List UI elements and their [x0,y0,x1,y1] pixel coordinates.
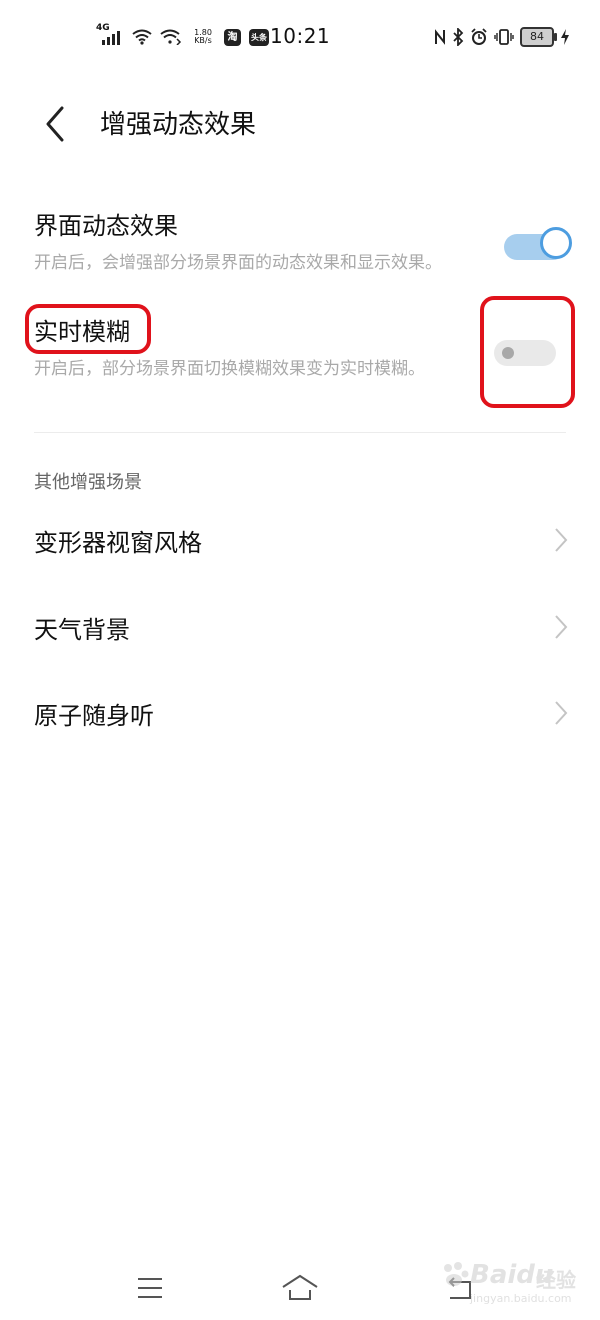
status-bar: 4G 1.80 KB/s 淘 头条 10:21 84 [0,0,600,72]
menu-button[interactable] [130,1268,170,1308]
menu-icon [138,1278,162,1298]
home-icon [282,1274,318,1300]
wifi-hotspot-icon [160,29,182,45]
back-arrow-icon [46,106,64,142]
row-morph-window-style[interactable]: 变形器视窗风格 [34,515,568,565]
row-label: 变形器视窗风格 [34,528,202,557]
setting-description: 开启后，会增强部分场景界面的动态效果和显示效果。 [34,253,442,273]
chevron-right-icon [555,615,568,639]
divider [34,432,566,433]
alarm-icon [471,28,487,45]
toggle-knob [540,227,572,259]
status-left: 4G 1.80 KB/s 淘 头条 [96,23,269,50]
setting-ui-dynamic-effect: 界面动态效果 开启后，会增强部分场景界面的动态效果和显示效果。 [34,206,572,275]
highlight-toggle-annotation [480,296,575,408]
setting-description: 开启后，部分场景界面切换模糊效果变为实时模糊。 [34,359,425,379]
row-weather-background[interactable]: 天气背景 [34,602,568,652]
row-atomic-music[interactable]: 原子随身听 [34,688,568,738]
setting-title: 界面动态效果 [34,212,178,240]
status-time: 10:21 [270,24,331,48]
page-title: 增强动态效果 [100,110,257,140]
section-header: 其他增强场景 [34,472,142,493]
paw-logo-icon [444,1262,469,1286]
bluetooth-icon [453,28,464,46]
battery-icon: 84 [520,27,557,47]
charging-icon [561,29,569,45]
taobao-badge-icon: 淘 [224,28,241,46]
baidu-watermark: Baidu 经验 jingyan.baidu.com [440,1252,590,1306]
network-speed: 1.80 KB/s [194,28,212,45]
toutiao-badge-icon: 头条 [249,28,269,46]
nfc-icon [435,29,445,45]
row-label: 原子随身听 [34,701,154,730]
home-button[interactable] [280,1268,320,1308]
row-label: 天气背景 [34,615,130,644]
watermark-url: jingyan.baidu.com [470,1292,572,1305]
ui-dynamic-effect-toggle[interactable] [504,227,572,260]
watermark-cn: 经验 [536,1268,576,1292]
wifi-icon [132,29,152,45]
vibrate-icon [494,29,514,45]
chevron-right-icon [555,528,568,552]
chevron-right-icon [555,701,568,725]
highlight-title-annotation [25,304,151,354]
signal-icon: 4G [96,23,124,47]
back-button[interactable] [34,100,78,148]
status-right: 84 [434,24,570,50]
